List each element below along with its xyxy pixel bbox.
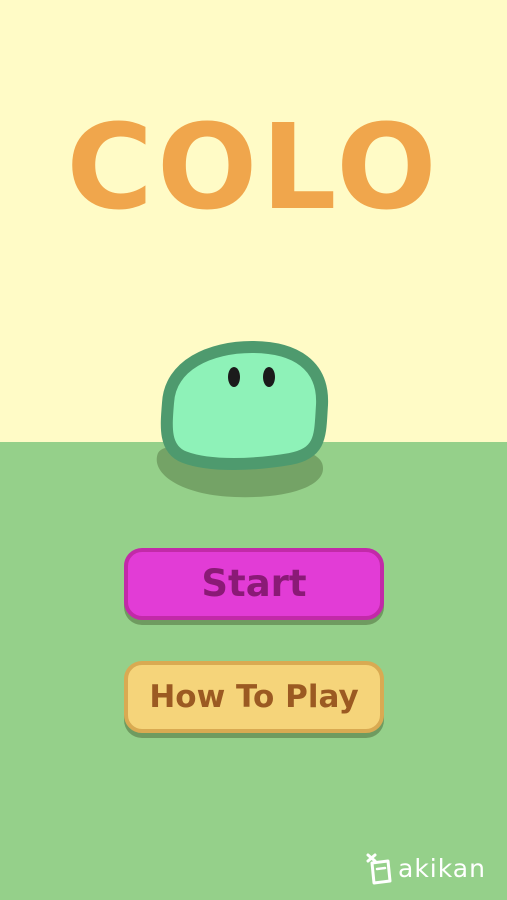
how-to-play-button[interactable]: How To Play xyxy=(124,661,384,733)
publisher-logo: akikan xyxy=(364,850,486,886)
start-button[interactable]: Start xyxy=(124,548,384,620)
slime-left-eye xyxy=(228,367,240,387)
publisher-name: akikan xyxy=(398,853,486,883)
game-title: COLO xyxy=(66,98,441,236)
slime-character xyxy=(140,335,340,510)
can-icon xyxy=(366,853,392,885)
slime-right-eye xyxy=(263,367,275,387)
slime-icon xyxy=(156,341,329,498)
